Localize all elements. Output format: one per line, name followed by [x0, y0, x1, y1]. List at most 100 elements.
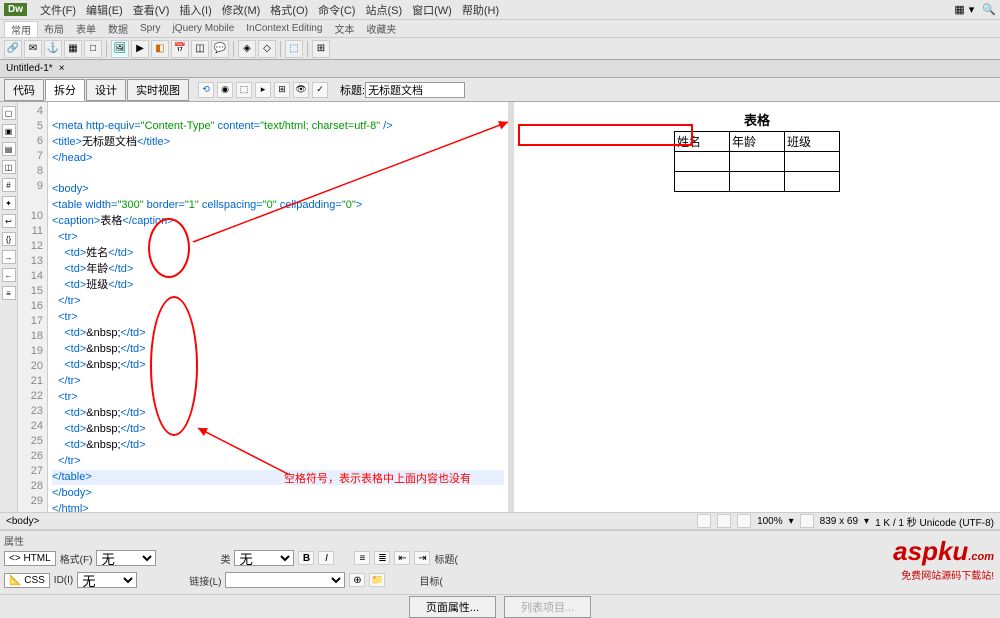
outdent-icon[interactable]: ⇤: [394, 551, 410, 565]
tool-anchor-icon[interactable]: ⚓: [44, 40, 62, 58]
syntax-icon[interactable]: {}: [2, 232, 16, 246]
outdent-icon[interactable]: ←: [2, 268, 16, 282]
tab-common[interactable]: 常用: [4, 21, 38, 37]
balance-icon[interactable]: ◫: [2, 160, 16, 174]
title-input[interactable]: [365, 82, 465, 98]
table-cell[interactable]: 年龄: [730, 132, 785, 152]
menu-insert[interactable]: 插入(I): [174, 2, 216, 18]
table-cell[interactable]: [785, 152, 840, 172]
tool-image-icon[interactable]: 🖼: [111, 40, 129, 58]
tool-media-icon[interactable]: ▶: [131, 40, 149, 58]
preview-table[interactable]: 表格 姓名 年龄 班级: [674, 108, 840, 192]
id-select[interactable]: 无: [77, 572, 137, 588]
tool-server-icon[interactable]: ◫: [191, 40, 209, 58]
view-design-button[interactable]: 设计: [86, 79, 126, 101]
browse-icon[interactable]: 📁: [369, 573, 385, 587]
table-cell[interactable]: [675, 172, 730, 192]
tool-tag-icon[interactable]: ⊞: [312, 40, 330, 58]
options-icon[interactable]: ⊞: [274, 82, 290, 98]
design-preview[interactable]: 表格 姓名 年龄 班级: [514, 102, 1000, 512]
tab-data[interactable]: 数据: [102, 21, 134, 36]
tool-script-icon[interactable]: ◇: [258, 40, 276, 58]
menu-format[interactable]: 格式(O): [265, 2, 313, 18]
menu-site[interactable]: 站点(S): [360, 2, 407, 18]
table-cell[interactable]: [730, 172, 785, 192]
italic-icon[interactable]: I: [318, 551, 334, 565]
table-cell[interactable]: [785, 172, 840, 192]
indent-icon[interactable]: ⇥: [414, 551, 430, 565]
live-code-icon[interactable]: ◉: [217, 82, 233, 98]
dropdown-icon[interactable]: ▾: [789, 516, 794, 527]
highlight-icon[interactable]: ✦: [2, 196, 16, 210]
menu-edit[interactable]: 编辑(E): [81, 2, 128, 18]
check-icon[interactable]: ✓: [312, 82, 328, 98]
table-cell[interactable]: 班级: [785, 132, 840, 152]
view-code-button[interactable]: 代码: [4, 79, 44, 101]
table-cell[interactable]: 姓名: [675, 132, 730, 152]
tool-widget-icon[interactable]: ◧: [151, 40, 169, 58]
ul-icon[interactable]: ≡: [354, 551, 370, 565]
table-cell[interactable]: [730, 152, 785, 172]
menu-view[interactable]: 查看(V): [128, 2, 175, 18]
refresh-icon[interactable]: ▸: [255, 82, 271, 98]
html-mode-button[interactable]: <> HTML: [4, 551, 56, 566]
page-properties-button[interactable]: 页面属性...: [409, 596, 496, 618]
wrap-icon[interactable]: ↩: [2, 214, 16, 228]
document-tab[interactable]: Untitled-1* ×: [0, 60, 1000, 78]
window-size[interactable]: 839 x 69: [820, 516, 858, 527]
search-icon[interactable]: 🔍: [982, 3, 996, 16]
tab-text[interactable]: 文本: [328, 21, 360, 36]
view-live-button[interactable]: 实时视图: [127, 79, 189, 101]
browser-icon[interactable]: ⬚: [236, 82, 252, 98]
select-tool-icon[interactable]: [697, 514, 711, 528]
dropdown-icon[interactable]: ▾: [864, 516, 869, 527]
inspect-icon[interactable]: ⟲: [198, 82, 214, 98]
expand-icon[interactable]: ▣: [2, 124, 16, 138]
tool-date-icon[interactable]: 📅: [171, 40, 189, 58]
tab-spry[interactable]: Spry: [134, 23, 167, 34]
menu-modify[interactable]: 修改(M): [217, 2, 266, 18]
menu-help[interactable]: 帮助(H): [457, 2, 504, 18]
tool-table-icon[interactable]: ▦: [64, 40, 82, 58]
tool-email-icon[interactable]: ✉: [24, 40, 42, 58]
list-items-button[interactable]: 列表项目...: [504, 596, 591, 618]
hand-tool-icon[interactable]: [717, 514, 731, 528]
tag-selector[interactable]: <body>: [6, 516, 39, 527]
ol-icon[interactable]: ≣: [374, 551, 390, 565]
format-icon[interactable]: ≡: [2, 286, 16, 300]
format-select[interactable]: 无: [96, 550, 156, 566]
view-split-button[interactable]: 拆分: [45, 79, 85, 101]
tab-incontext[interactable]: InContext Editing: [240, 23, 328, 34]
menu-file[interactable]: 文件(F): [35, 2, 81, 18]
css-mode-button[interactable]: 📐 CSS: [4, 573, 50, 588]
title-label: 标题:: [340, 82, 365, 98]
window-size-icon[interactable]: [800, 514, 814, 528]
visual-aids-icon[interactable]: 👁: [293, 82, 309, 98]
tool-comment-icon[interactable]: 💬: [211, 40, 229, 58]
link-select[interactable]: [225, 572, 345, 588]
class-select[interactable]: 无: [234, 550, 294, 566]
tool-link-icon[interactable]: 🔗: [4, 40, 22, 58]
line-numbers-icon[interactable]: #: [2, 178, 16, 192]
code-editor[interactable]: <meta http-equiv="Content-Type" content=…: [48, 102, 508, 512]
tab-layout[interactable]: 布局: [38, 21, 70, 36]
tool-templates-icon[interactable]: ⬚: [285, 40, 303, 58]
tab-jquery[interactable]: jQuery Mobile: [167, 23, 241, 34]
layout-dropdown-icon[interactable]: ▾: [969, 3, 975, 16]
point-to-file-icon[interactable]: ⊕: [349, 573, 365, 587]
zoom-tool-icon[interactable]: [737, 514, 751, 528]
layout-icon[interactable]: ▦: [950, 3, 968, 16]
indent-icon[interactable]: →: [2, 250, 16, 264]
tool-head-icon[interactable]: ◈: [238, 40, 256, 58]
menu-window[interactable]: 窗口(W): [407, 2, 457, 18]
zoom-level[interactable]: 100%: [757, 516, 783, 527]
menu-commands[interactable]: 命令(C): [313, 2, 360, 18]
collapse-icon[interactable]: ▢: [2, 106, 16, 120]
bold-icon[interactable]: B: [298, 551, 314, 565]
select-parent-icon[interactable]: ▤: [2, 142, 16, 156]
tab-form[interactable]: 表单: [70, 21, 102, 36]
close-icon[interactable]: ×: [59, 63, 65, 74]
table-cell[interactable]: [675, 152, 730, 172]
tab-favorites[interactable]: 收藏夹: [360, 21, 402, 36]
tool-div-icon[interactable]: □: [84, 40, 102, 58]
